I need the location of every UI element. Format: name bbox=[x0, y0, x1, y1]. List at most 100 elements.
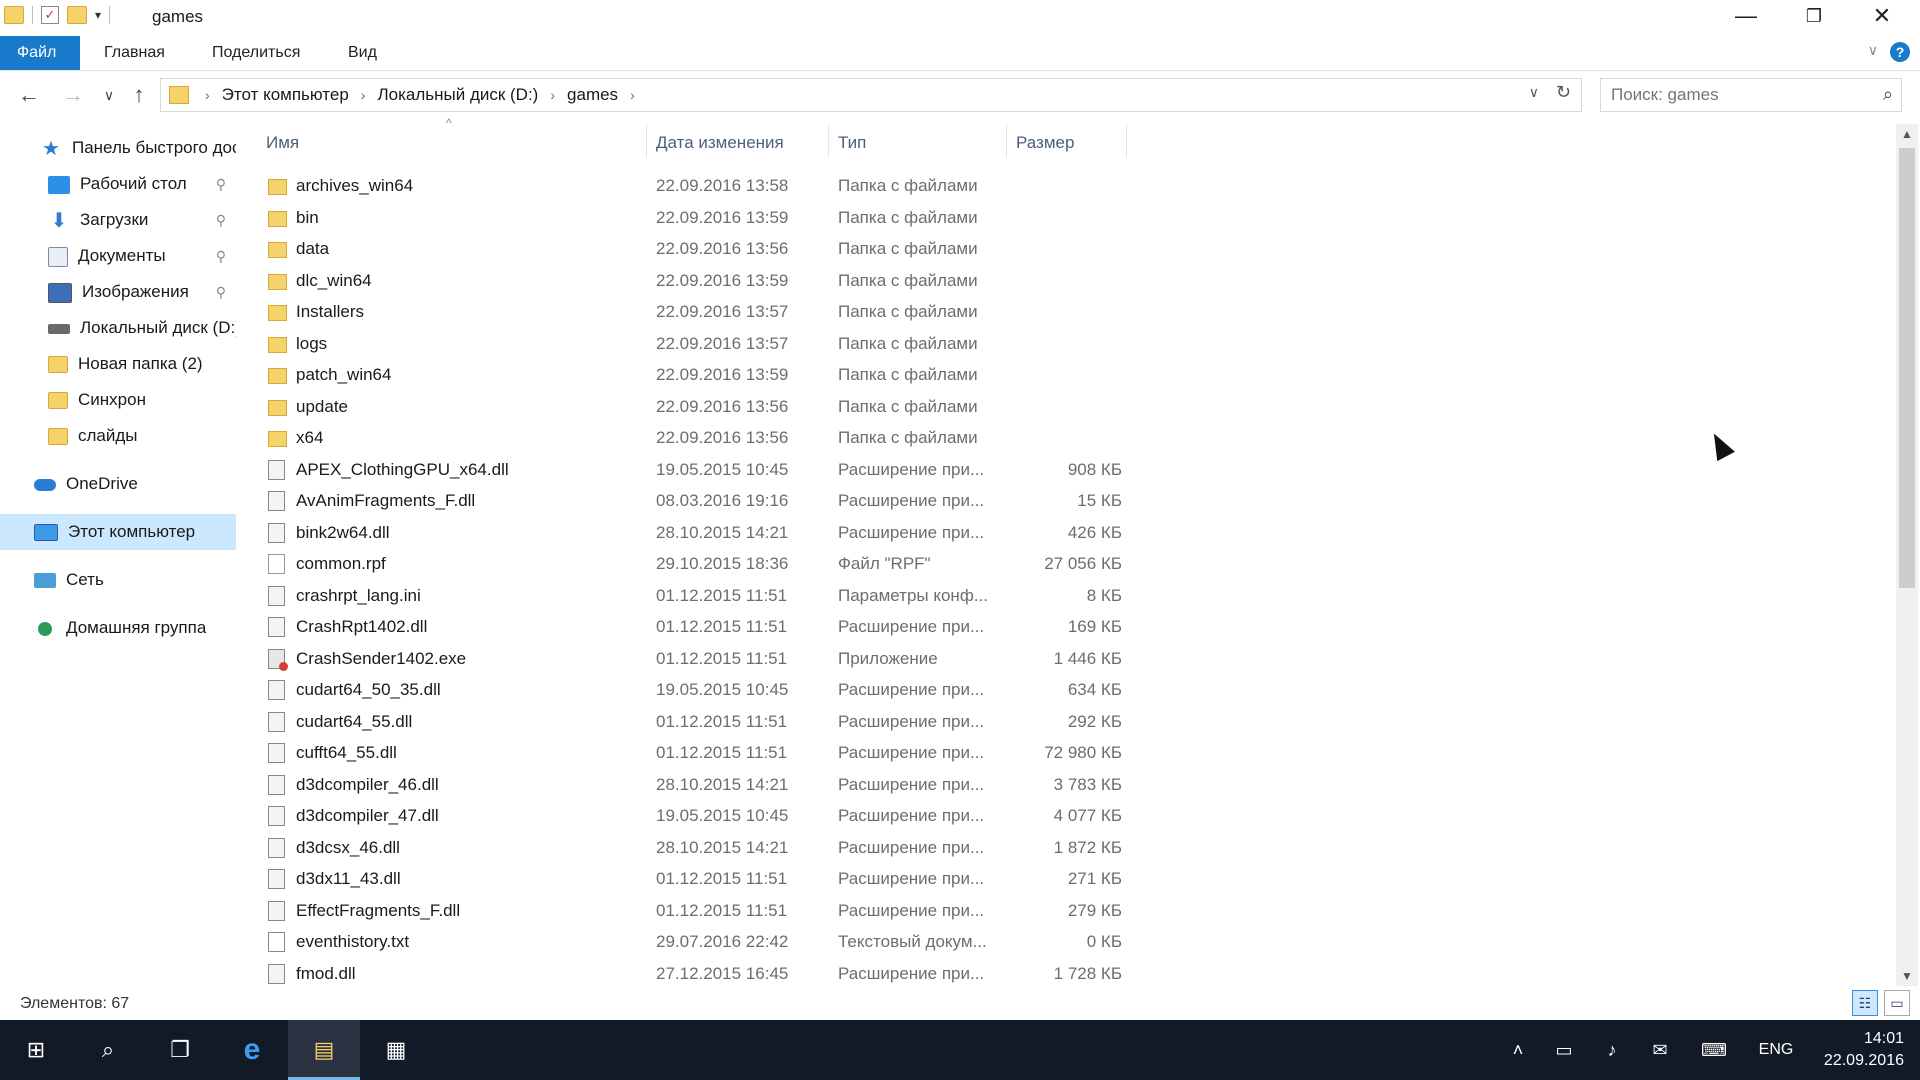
file-row[interactable]: logs 22.09.2016 13:57 Папка с файлами bbox=[264, 328, 1124, 360]
large-icons-view-button[interactable]: ▭ bbox=[1884, 990, 1910, 1016]
file-date: 01.12.2015 11:51 bbox=[656, 743, 788, 762]
file-row[interactable]: cufft64_55.dll 01.12.2015 11:51 Расширение… bbox=[264, 737, 1124, 769]
pin-icon[interactable]: ⚲ bbox=[216, 166, 226, 202]
sidebar-item[interactable]: Этот компьютер bbox=[0, 514, 236, 550]
column-header-date[interactable]: Дата изменения bbox=[656, 128, 784, 158]
file-row[interactable]: archives_win64 22.09.2016 13:58 Папка с фа… bbox=[264, 170, 1124, 202]
file-row[interactable]: d3dcompiler_47.dll 19.05.2015 10:45 Расшир… bbox=[264, 800, 1124, 832]
file-row[interactable]: EffectFragments_F.dll 01.12.2015 11:51 Рас… bbox=[264, 895, 1124, 927]
action-center-icon[interactable]: ✉ bbox=[1642, 1020, 1678, 1080]
input-language-indicator[interactable]: ENG bbox=[1754, 1020, 1798, 1080]
file-row[interactable]: cudart64_50_35.dll 19.05.2015 10:45 Расшир… bbox=[264, 674, 1124, 706]
file-row[interactable]: bink2w64.dll 28.10.2015 14:21 Расширение п… bbox=[264, 517, 1124, 549]
volume-icon[interactable]: ♪ bbox=[1594, 1020, 1630, 1080]
breadcrumb-this-pc[interactable]: Этот компьютер bbox=[222, 85, 349, 105]
sidebar-item[interactable]: ⬇ Загрузки ⚲ bbox=[0, 202, 236, 238]
scroll-up-icon[interactable]: ▲ bbox=[1896, 124, 1918, 144]
sidebar-item[interactable]: слайды bbox=[0, 418, 236, 454]
edge-icon[interactable]: e bbox=[216, 1020, 288, 1080]
sidebar-item[interactable]: Новая папка (2) bbox=[0, 346, 236, 382]
column-divider[interactable] bbox=[1006, 124, 1007, 158]
file-row[interactable]: bin 22.09.2016 13:59 Папка с файлами bbox=[264, 202, 1124, 234]
column-divider[interactable] bbox=[828, 124, 829, 158]
sidebar-item[interactable]: Синхрон bbox=[0, 382, 236, 418]
sidebar-item[interactable]: Сеть bbox=[0, 562, 236, 598]
details-view-button[interactable]: ☷ bbox=[1852, 990, 1878, 1016]
sidebar-item[interactable]: Изображения ⚲ bbox=[0, 274, 236, 310]
forward-button[interactable]: → bbox=[58, 78, 88, 112]
task-view-button[interactable]: ❐ bbox=[144, 1020, 216, 1080]
sidebar-item[interactable]: Домашняя группа bbox=[0, 610, 236, 646]
file-row[interactable]: CrashRpt1402.dll 01.12.2015 11:51 Расширен… bbox=[264, 611, 1124, 643]
address-bar[interactable]: › Этот компьютер › Локальный диск (D:) ›… bbox=[160, 78, 1582, 112]
file-row[interactable]: d3dcompiler_46.dll 28.10.2015 14:21 Расшир… bbox=[264, 769, 1124, 801]
restore-button[interactable]: ❐ bbox=[1780, 0, 1848, 34]
column-header-type[interactable]: Тип bbox=[838, 128, 866, 158]
sidebar-item[interactable]: ★ Панель быстрого доступа bbox=[0, 130, 236, 166]
tab-view[interactable]: Вид bbox=[330, 36, 395, 70]
minimize-button[interactable]: — bbox=[1712, 0, 1780, 34]
expand-ribbon-icon[interactable]: ∨ bbox=[1868, 42, 1878, 59]
column-divider[interactable] bbox=[646, 124, 647, 158]
file-row[interactable]: dlc_win64 22.09.2016 13:59 Папка с файлами bbox=[264, 265, 1124, 297]
file-row[interactable]: AvAnimFragments_F.dll 08.03.2016 19:16 Рас… bbox=[264, 485, 1124, 517]
file-row[interactable]: common.rpf 29.10.2015 18:36 Файл "RPF" 27 0… bbox=[264, 548, 1124, 580]
properties-icon[interactable]: ✓ bbox=[41, 6, 59, 24]
scrollbar-thumb[interactable] bbox=[1899, 148, 1915, 588]
network-icon[interactable]: ▭ bbox=[1546, 1020, 1582, 1080]
start-button[interactable]: ⊞ bbox=[0, 1020, 72, 1080]
file-row[interactable]: crashrpt_lang.ini 01.12.2015 11:51 Парамет… bbox=[264, 580, 1124, 612]
recent-locations-button[interactable]: ∨ bbox=[94, 78, 124, 112]
sidebar-item[interactable]: OneDrive bbox=[0, 466, 236, 502]
back-button[interactable]: ← bbox=[14, 78, 44, 112]
file-row[interactable]: Installers 22.09.2016 13:57 Папка с файлам… bbox=[264, 296, 1124, 328]
sidebar-item[interactable]: Локальный диск (D:) bbox=[0, 310, 236, 346]
file-row[interactable]: x64 22.09.2016 13:56 Папка с файлами bbox=[264, 422, 1124, 454]
refresh-icon[interactable]: ↻ bbox=[1556, 82, 1571, 103]
file-row[interactable]: CrashSender1402.exe 01.12.2015 11:51 Прило… bbox=[264, 643, 1124, 675]
search-input[interactable] bbox=[1601, 79, 1863, 111]
sidebar-item[interactable]: Рабочий стол ⚲ bbox=[0, 166, 236, 202]
breadcrumb-separator[interactable]: › bbox=[361, 87, 366, 103]
tab-home[interactable]: Главная bbox=[86, 36, 183, 70]
file-row[interactable]: d3dx11_43.dll 01.12.2015 11:51 Расширение … bbox=[264, 863, 1124, 895]
search-icon[interactable]: ⌕ bbox=[1883, 84, 1893, 105]
show-hidden-icons-button[interactable]: ˄ bbox=[1500, 1020, 1536, 1080]
taskbar-search-button[interactable]: ⌕ bbox=[72, 1020, 144, 1080]
help-icon[interactable]: ? bbox=[1890, 42, 1910, 62]
customize-qat-icon[interactable]: ▾ bbox=[95, 8, 101, 22]
file-row[interactable]: data 22.09.2016 13:56 Папка с файлами bbox=[264, 233, 1124, 265]
breadcrumb-separator[interactable]: › bbox=[630, 87, 635, 103]
file-row[interactable]: cudart64_55.dll 01.12.2015 11:51 Расширени… bbox=[264, 706, 1124, 738]
breadcrumb-separator[interactable]: › bbox=[550, 87, 555, 103]
store-icon[interactable]: ▦ bbox=[360, 1020, 432, 1080]
new-folder-icon[interactable] bbox=[67, 6, 87, 24]
touch-keyboard-icon[interactable]: ⌨ bbox=[1694, 1020, 1734, 1080]
file-row[interactable]: d3dcsx_46.dll 28.10.2015 14:21 Расширение … bbox=[264, 832, 1124, 864]
file-row[interactable]: eventhistory.txt 29.07.2016 22:42 Текстовы… bbox=[264, 926, 1124, 958]
address-history-icon[interactable]: ∨ bbox=[1529, 84, 1539, 101]
file-row[interactable]: APEX_ClothingGPU_x64.dll 19.05.2015 10:45… bbox=[264, 454, 1124, 486]
close-button[interactable]: ✕ bbox=[1848, 0, 1916, 34]
column-divider[interactable] bbox=[1126, 124, 1127, 158]
breadcrumb-separator[interactable]: › bbox=[205, 87, 210, 103]
search-box[interactable]: ⌕ bbox=[1600, 78, 1902, 112]
pin-icon[interactable]: ⚲ bbox=[216, 202, 226, 238]
breadcrumb-local-disk[interactable]: Локальный диск (D:) bbox=[377, 85, 538, 105]
file-row[interactable]: update 22.09.2016 13:56 Папка с файлами bbox=[264, 391, 1124, 423]
tab-share[interactable]: Поделиться bbox=[194, 36, 318, 70]
pin-icon[interactable]: ⚲ bbox=[216, 274, 226, 310]
sidebar-item[interactable]: Документы ⚲ bbox=[0, 238, 236, 274]
file-row[interactable]: fmod.dll 27.12.2015 16:45 Расширение при..… bbox=[264, 958, 1124, 990]
column-header-name[interactable]: Имя bbox=[266, 128, 299, 158]
clock[interactable]: 14:01 22.09.2016 bbox=[1824, 1028, 1904, 1072]
vertical-scrollbar[interactable]: ▲ ▼ bbox=[1896, 124, 1918, 986]
pin-icon[interactable]: ⚲ bbox=[216, 238, 226, 274]
file-row[interactable]: patch_win64 22.09.2016 13:59 Папка с файла… bbox=[264, 359, 1124, 391]
breadcrumb-games[interactable]: games bbox=[567, 85, 618, 105]
scroll-down-icon[interactable]: ▼ bbox=[1896, 966, 1918, 986]
file-explorer-icon[interactable]: ▤ bbox=[288, 1020, 360, 1080]
up-button[interactable]: ↑ bbox=[124, 78, 154, 112]
column-header-size[interactable]: Размер bbox=[1016, 128, 1074, 158]
tab-file[interactable]: Файл bbox=[0, 36, 80, 70]
